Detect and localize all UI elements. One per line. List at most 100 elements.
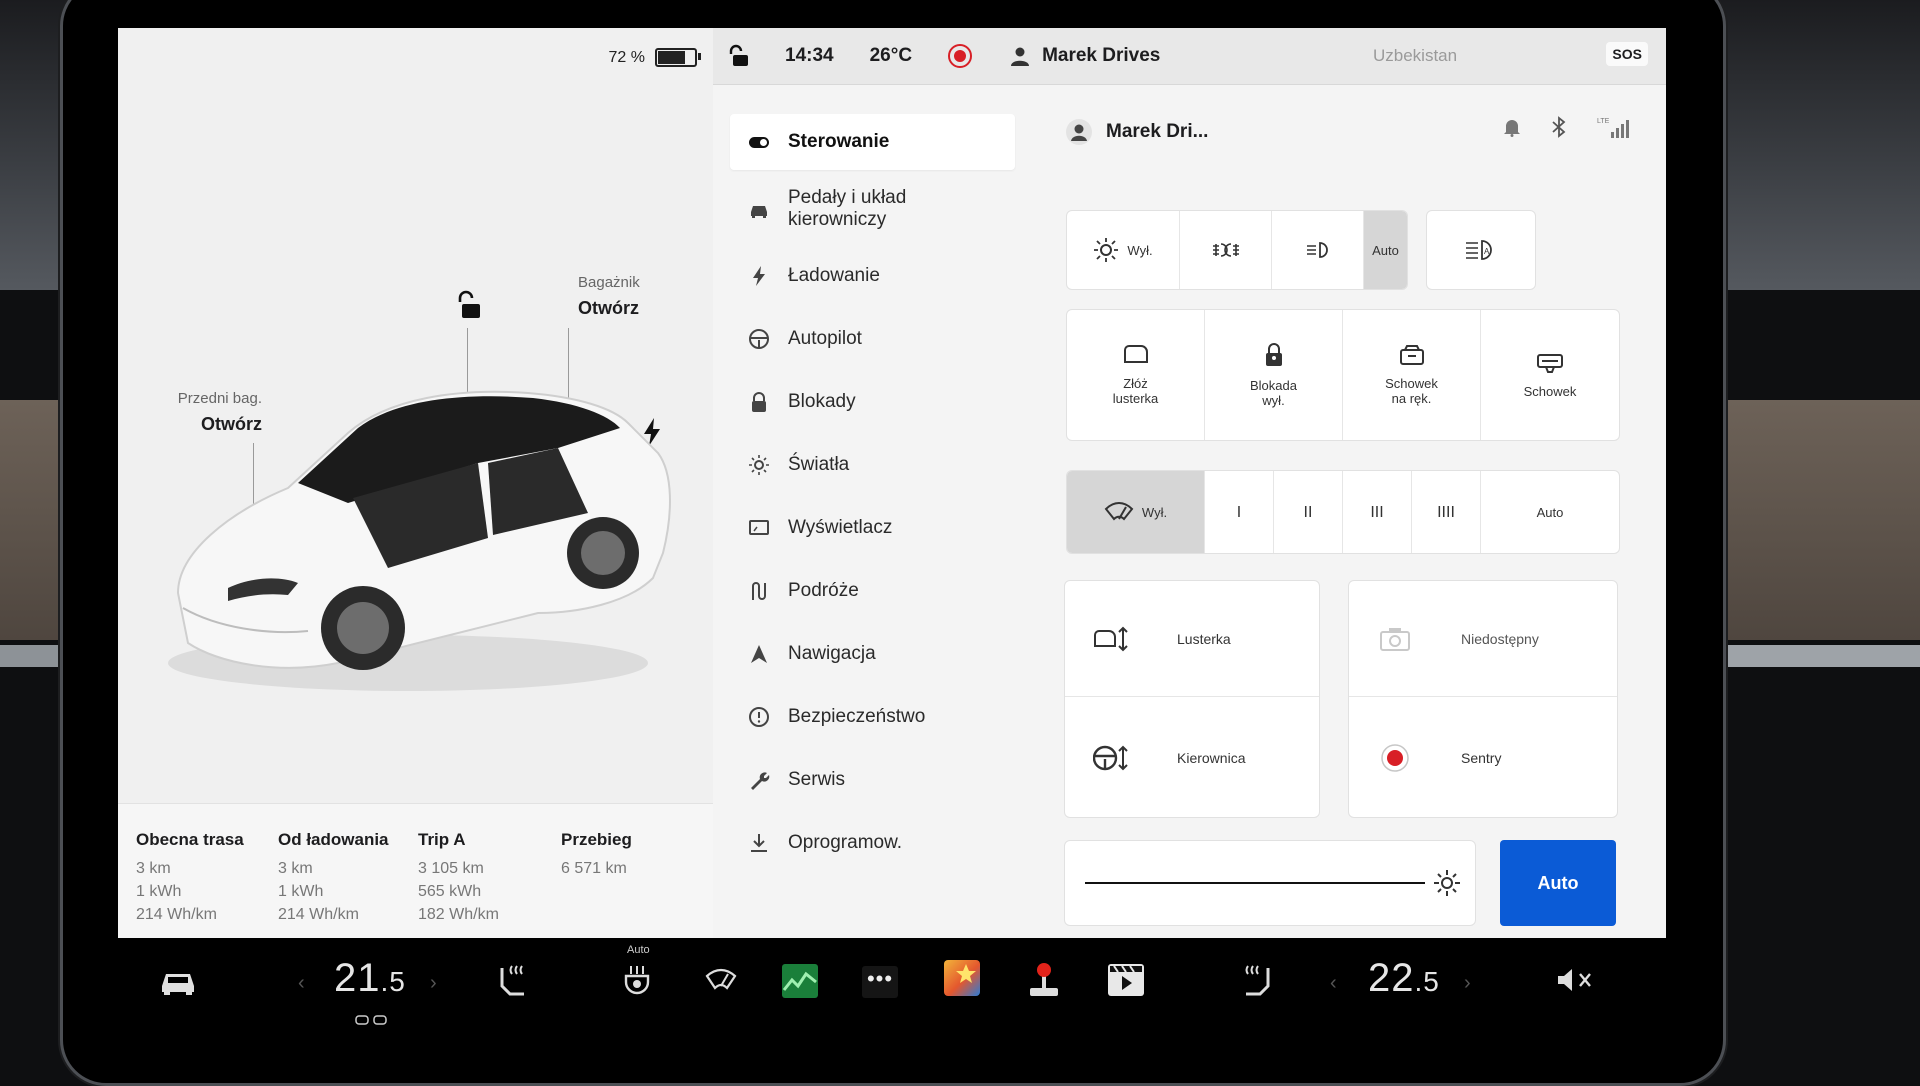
driver-name: Marek Drives bbox=[1042, 45, 1161, 66]
location-label: Uzbekistan bbox=[1373, 46, 1458, 65]
bell-icon[interactable] bbox=[1503, 117, 1521, 137]
trunk-label: Bagażnik bbox=[578, 274, 640, 291]
menu-item-software[interactable]: Oprogramow. bbox=[730, 811, 1015, 874]
profile-row: Marek Dri... LTE bbox=[1066, 104, 1641, 159]
sentry-mode-button[interactable]: Sentry bbox=[1349, 699, 1617, 817]
car-icon[interactable] bbox=[158, 964, 198, 996]
adjust-left-panel: Lusterka Kierownica bbox=[1064, 580, 1320, 818]
outside-temperature: 26°C bbox=[869, 45, 913, 66]
driver-temperature[interactable]: 21.5 bbox=[334, 956, 406, 1001]
trip-current: Obecna trasa 3 km 1 kWh 214 Wh/km bbox=[136, 830, 244, 923]
driver-temp-down[interactable]: ‹ bbox=[298, 972, 305, 995]
menu-item-charging[interactable]: Ładowanie bbox=[730, 244, 1015, 307]
fold-mirrors-button[interactable]: Złóż lusterka bbox=[1067, 310, 1205, 440]
menu-item-lights[interactable]: Światła bbox=[730, 433, 1015, 496]
trip-a: Trip A 3 105 km 565 kWh 182 Wh/km bbox=[418, 830, 499, 923]
brightness-auto-button[interactable]: Auto bbox=[1500, 840, 1616, 926]
lock-status-icon[interactable] bbox=[727, 44, 749, 68]
toggle-icon bbox=[749, 137, 769, 148]
wiper-speed-2[interactable]: II bbox=[1274, 471, 1343, 553]
parking-lights-button[interactable] bbox=[1180, 211, 1272, 289]
passenger-temp-up[interactable]: › bbox=[1464, 972, 1471, 995]
menu-item-trips[interactable]: Podróże bbox=[730, 559, 1015, 622]
trip-stats: Obecna trasa 3 km 1 kWh 214 Wh/km Od ład… bbox=[118, 803, 713, 938]
battery-percent: 72 % bbox=[608, 48, 645, 66]
glovebox-button[interactable]: Schowek na ręk. bbox=[1343, 310, 1481, 440]
adjust-right-panel: Niedostępny Sentry bbox=[1348, 580, 1618, 818]
brightness-track[interactable] bbox=[1085, 882, 1425, 884]
unavailable-tile: Niedostępny bbox=[1349, 581, 1617, 697]
alert-circle-icon bbox=[749, 706, 769, 727]
svg-text:A: A bbox=[1484, 247, 1490, 256]
mirror-icon bbox=[1123, 345, 1148, 363]
arcade-joystick-icon[interactable] bbox=[1026, 960, 1062, 998]
passenger-temp-down[interactable]: ‹ bbox=[1330, 972, 1337, 995]
settings-menu: Sterowanie Pedały i układ kierowniczy Ła… bbox=[730, 114, 1015, 874]
headlights-control: Wył. Auto bbox=[1066, 210, 1408, 290]
clock: 14:34 bbox=[785, 45, 834, 66]
steering-adjust-icon bbox=[1093, 745, 1128, 771]
user-icon bbox=[1011, 47, 1030, 66]
car-model-image bbox=[168, 390, 671, 691]
low-beam-button[interactable] bbox=[1272, 211, 1364, 289]
menu-item-locks[interactable]: Blokady bbox=[730, 370, 1015, 433]
wiper-control: Wył. I II III IIII Auto bbox=[1066, 470, 1620, 554]
volume-muted-icon[interactable] bbox=[1556, 966, 1598, 994]
dashcam-record-icon[interactable] bbox=[948, 44, 973, 68]
brightness-slider[interactable] bbox=[1064, 840, 1476, 926]
wiper-speed-1[interactable]: I bbox=[1205, 471, 1274, 553]
route-icon bbox=[752, 581, 766, 600]
menu-item-navigation[interactable]: Nawigacja bbox=[730, 622, 1015, 685]
menu-item-service[interactable]: Serwis bbox=[730, 748, 1015, 811]
passenger-temperature[interactable]: 22.5 bbox=[1368, 956, 1440, 1001]
menu-item-controls[interactable]: Sterowanie bbox=[730, 114, 1015, 170]
bottom-dock: ‹ 21.5 › Auto ••• ‹ 22.5 › bbox=[118, 938, 1666, 1048]
bluetooth-icon[interactable] bbox=[1551, 116, 1567, 138]
wipers-off-button[interactable]: Wył. bbox=[1067, 471, 1205, 553]
menu-item-autopilot[interactable]: Autopilot bbox=[730, 307, 1015, 370]
steering-adjust-button[interactable]: Kierownica bbox=[1065, 699, 1319, 817]
download-icon bbox=[751, 833, 767, 852]
headlights-auto-button[interactable]: Auto bbox=[1364, 211, 1407, 289]
high-beam-button[interactable]: A bbox=[1426, 210, 1536, 290]
car-visualization-panel: 72 % Przedni bag. Otwórz Bagażnik Otwórz bbox=[118, 28, 713, 938]
profile-avatar-icon[interactable] bbox=[1066, 118, 1092, 145]
driver-seat-heater-icon[interactable] bbox=[496, 962, 530, 998]
menu-item-safety[interactable]: Bezpieczeństwo bbox=[730, 685, 1015, 748]
driver-temp-up[interactable]: › bbox=[430, 972, 437, 995]
defrost-icon[interactable] bbox=[704, 968, 738, 992]
menu-item-pedals-steering[interactable]: Pedały i układ kierowniczy bbox=[730, 174, 1015, 244]
profile-name[interactable]: Marek Dri... bbox=[1106, 121, 1208, 143]
menu-item-display[interactable]: Wyświetlacz bbox=[730, 496, 1015, 559]
display-icon bbox=[749, 519, 769, 535]
mirrors-adjust-button[interactable]: Lusterka bbox=[1065, 581, 1319, 697]
trunk-control[interactable]: Bagażnik Otwórz bbox=[578, 272, 640, 322]
theater-app-icon[interactable] bbox=[1108, 964, 1144, 996]
driver-profile[interactable]: Marek Drives bbox=[1010, 45, 1160, 67]
wiper-speed-4[interactable]: IIII bbox=[1412, 471, 1481, 553]
climate-fan-icon[interactable] bbox=[622, 964, 652, 996]
wiper-speed-3[interactable]: III bbox=[1343, 471, 1412, 553]
more-apps-icon[interactable]: ••• bbox=[862, 966, 898, 998]
sun-icon bbox=[749, 454, 769, 475]
glovebox-icon bbox=[1399, 345, 1424, 365]
headlights-off-button[interactable]: Wył. bbox=[1067, 211, 1180, 289]
seat-sync-icon[interactable] bbox=[354, 1014, 388, 1028]
toybox-app-icon[interactable] bbox=[944, 960, 980, 996]
passenger-seat-heater-icon[interactable] bbox=[1240, 962, 1274, 998]
trip-since-charge: Od ładowania 3 km 1 kWh 214 Wh/km bbox=[278, 830, 389, 923]
lte-signal-icon: LTE bbox=[1597, 118, 1629, 138]
storage-button[interactable]: Schowek bbox=[1481, 310, 1619, 440]
wipers-auto-button[interactable]: Auto bbox=[1481, 471, 1619, 553]
trunk-open-button[interactable]: Otwórz bbox=[578, 295, 640, 322]
battery-indicator: 72 % bbox=[608, 48, 701, 67]
unlock-icon[interactable] bbox=[454, 290, 482, 322]
mirror-adjust-icon bbox=[1094, 626, 1128, 651]
brightness-sun-icon bbox=[1434, 870, 1460, 896]
wiper-icon bbox=[1104, 502, 1134, 521]
svg-text:LTE: LTE bbox=[1597, 118, 1610, 125]
child-lock-button[interactable]: Blokada wył. bbox=[1205, 310, 1343, 440]
sos-button[interactable]: SOS bbox=[1606, 42, 1648, 66]
bolt-icon bbox=[753, 265, 765, 286]
energy-app-icon[interactable] bbox=[782, 964, 818, 998]
